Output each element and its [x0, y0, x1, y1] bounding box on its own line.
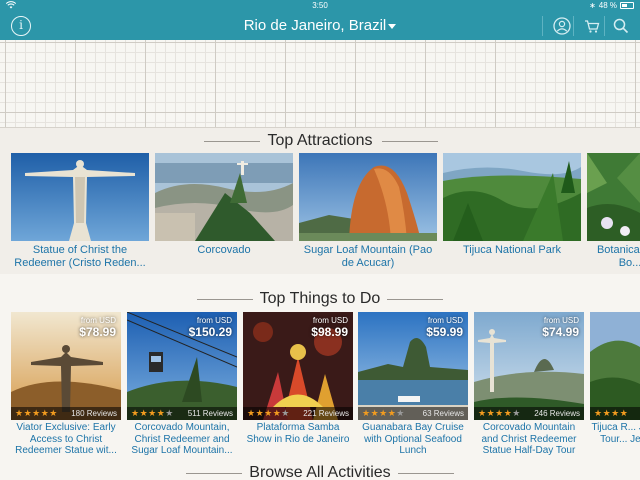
city-selector[interactable]: Rio de Janeiro, Brazil: [200, 17, 440, 34]
activity-name: Viator Exclusive: Early Access to Christ…: [15, 422, 117, 456]
star-rating: ★★★★★: [247, 408, 290, 418]
status-bar: 3:50 ∗ 48 %: [0, 0, 640, 12]
activity-photo: from USD $150.29 ★★★★★ 511 Reviews: [127, 312, 237, 420]
attraction-card[interactable]: Botanical G... Bo...: [587, 153, 640, 270]
rating-bar: ★★★★★ 63 Reviews: [358, 407, 468, 420]
attraction-card[interactable]: Statue of Christ the Redeemer (Cristo Re…: [11, 153, 149, 270]
attraction-name: Statue of Christ the Redeemer (Cristo Re…: [14, 244, 146, 269]
corcovado-photo: [155, 153, 293, 241]
cart-icon[interactable]: [582, 16, 602, 36]
search-icon[interactable]: [611, 16, 631, 36]
activity-photo: from USD $78.99 ★★★★★ 180 Reviews: [11, 312, 121, 420]
activity-name: Corcovado Mountain and Christ Redeemer S…: [481, 422, 577, 456]
activity-card[interactable]: from USD $98.99 ★★★★★ 221 Reviews Plataf…: [243, 312, 353, 445]
city-title: Rio de Janeiro, Brazil: [243, 17, 387, 34]
attraction-name: Tijuca National Park: [462, 244, 562, 256]
star-rating: ★★★★★: [478, 408, 521, 418]
price-amount: $78.99: [79, 325, 116, 339]
divider: [542, 16, 543, 36]
price-tag: from USD $150.29: [188, 316, 232, 339]
botanical-garden-photo: [587, 153, 640, 241]
sugar-loaf-photo: [299, 153, 437, 241]
attraction-name: Sugar Loaf Mountain (Pao de Acucar): [303, 244, 433, 269]
profile-icon[interactable]: [552, 16, 572, 36]
star-rating: ★★★★★: [15, 408, 58, 418]
review-count: 63 Reviews: [422, 409, 464, 418]
info-icon[interactable]: i: [11, 16, 31, 36]
map-view[interactable]: [0, 40, 640, 128]
rating-bar: ★★★★★ 221 Reviews: [243, 407, 353, 420]
top-things-heading: Top Things to Do: [0, 290, 640, 308]
activity-card[interactable]: ★★★★ Tijuca R... Jeep Tour... Jer...: [590, 312, 640, 445]
price-amount: $98.99: [311, 325, 348, 339]
attraction-card[interactable]: Tijuca National Park: [443, 153, 581, 257]
battery-percent: 48 %: [598, 1, 617, 10]
rating-bar: ★★★★★ 511 Reviews: [127, 407, 237, 420]
price-amount: $59.99: [426, 325, 463, 339]
bluetooth-icon: ∗: [589, 1, 596, 10]
browse-all-heading[interactable]: Browse All Activities: [0, 464, 640, 480]
activity-name: Tijuca R... Jeep Tour... Jer...: [591, 422, 640, 445]
caret-down-icon: [388, 23, 397, 29]
battery-icon: [620, 2, 634, 9]
rating-bar: ★★★★★ 180 Reviews: [11, 407, 121, 420]
activity-photo: from USD $59.99 ★★★★★ 63 Reviews: [358, 312, 468, 420]
nav-bar: i Rio de Janeiro, Brazil: [0, 12, 640, 40]
review-count: 180 Reviews: [71, 409, 117, 418]
review-count: 246 Reviews: [534, 409, 580, 418]
activity-name: Plataforma Samba Show in Rio de Janeiro: [246, 422, 350, 445]
divider: [573, 16, 574, 36]
activity-card[interactable]: from USD $78.99 ★★★★★ 180 Reviews Viator…: [11, 312, 121, 457]
divider: [604, 16, 605, 36]
price-tag: from USD $59.99: [426, 316, 463, 339]
review-count: 511 Reviews: [187, 409, 233, 418]
star-rating: ★★★★: [594, 408, 629, 418]
activity-photo: from USD $74.99 ★★★★★ 246 Reviews: [474, 312, 584, 420]
attraction-card[interactable]: Corcovado: [155, 153, 293, 257]
price-amount: $150.29: [188, 325, 232, 339]
activity-card[interactable]: from USD $59.99 ★★★★★ 63 Reviews Guanaba…: [358, 312, 468, 457]
rating-bar: ★★★★: [590, 407, 640, 420]
star-rating: ★★★★★: [131, 408, 174, 418]
status-time: 3:50: [312, 1, 328, 10]
tijuca-park-photo: [443, 153, 581, 241]
price-tag: from USD $74.99: [542, 316, 579, 339]
price-tag: from USD $98.99: [311, 316, 348, 339]
top-attractions-heading: Top Attractions: [0, 132, 640, 150]
attraction-name: Corcovado: [197, 244, 251, 256]
battery-indicator: ∗ 48 %: [589, 1, 634, 10]
activity-photo: from USD $98.99 ★★★★★ 221 Reviews: [243, 312, 353, 420]
rating-bar: ★★★★★ 246 Reviews: [474, 407, 584, 420]
price-amount: $74.99: [542, 325, 579, 339]
review-count: 221 Reviews: [303, 409, 349, 418]
star-rating: ★★★★★: [362, 408, 405, 418]
attraction-name: Botanical G... Bo...: [596, 244, 640, 269]
activity-name: Corcovado Mountain, Christ Redeemer and …: [131, 422, 233, 456]
activity-card[interactable]: from USD $74.99 ★★★★★ 246 Reviews Corcov…: [474, 312, 584, 457]
activity-card[interactable]: from USD $150.29 ★★★★★ 511 Reviews Corco…: [127, 312, 237, 457]
attraction-card[interactable]: Sugar Loaf Mountain (Pao de Acucar): [299, 153, 437, 270]
christ-redeemer-photo: [11, 153, 149, 241]
price-tag: from USD $78.99: [79, 316, 116, 339]
activity-photo: ★★★★: [590, 312, 640, 420]
activity-name: Guanabara Bay Cruise with Optional Seafo…: [362, 422, 464, 456]
